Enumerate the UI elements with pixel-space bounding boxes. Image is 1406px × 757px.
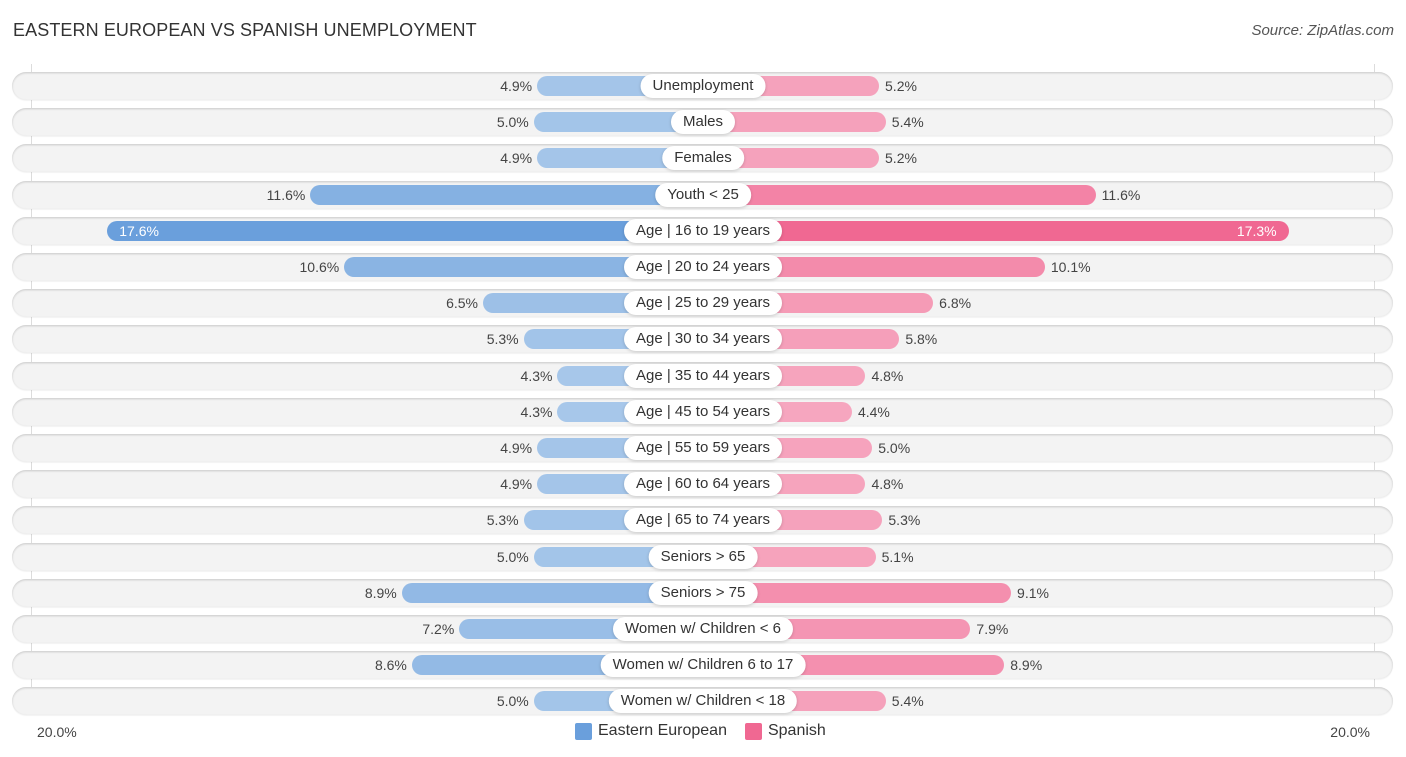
category-label: Age | 20 to 24 years [624,255,782,279]
bar-spanish [703,220,1289,241]
value-label-spanish: 17.3% [1236,222,1277,239]
category-label: Females [662,146,744,171]
category-label: Age | 45 to 54 years [624,399,782,424]
category-label: Age | 65 to 74 years [624,508,782,533]
category-label: Age | 35 to 44 years [624,363,782,388]
value-label-spanish: 8.9% [1010,657,1043,674]
value-label-eastern-european: 11.6% [266,186,306,203]
value-label-spanish: 5.4% [891,693,924,710]
category-label: Age | 30 to 34 years [624,327,782,352]
value-label-spanish: 5.2% [885,78,917,94]
legend-item-eastern-european[interactable]: Eastern European [575,722,727,740]
value-label-eastern-european: 5.3% [486,512,519,529]
legend: Eastern European Spanish [575,722,844,740]
bar-spanish [703,184,1096,205]
value-label-eastern-european: 17.6% [119,222,159,239]
value-label-eastern-european: 4.3% [520,403,553,420]
value-label-eastern-european: 5.0% [496,548,529,565]
legend-swatch-eastern-european [575,722,592,740]
legend-swatch-spanish [744,722,762,740]
value-label-spanish: 5.1% [881,548,914,565]
chart-area: 4.9% 5.2% Unemployment 5.0% 5.4% Males 4.9% 5.2… [0,0,1406,757]
value-label-spanish: 6.8% [939,295,972,312]
category-label: Women w/ Children 6 to 17 [600,653,806,678]
value-label-spanish: 7.9% [976,621,1009,637]
value-label-spanish: 5.3% [888,512,921,529]
axis-label-left: 20.0% [37,724,77,740]
category-label: Seniors > 65 [648,544,758,569]
category-label: Youth < 25 [655,182,751,207]
value-label-eastern-european: 8.6% [374,657,407,674]
category-label: Males [670,110,736,135]
bar-eastern-european [107,220,703,241]
legend-item-spanish[interactable]: Spanish [744,722,826,740]
value-label-eastern-european: 7.2% [422,621,455,637]
category-label: Age | 55 to 59 years [624,436,782,460]
value-label-spanish: 5.2% [885,150,917,167]
value-label-eastern-european: 4.9% [500,150,533,167]
axis-label-right: 20.0% [1330,724,1370,740]
legend-label-eastern-european: Eastern European [598,722,727,739]
value-label-spanish: 10.1% [1050,259,1091,275]
value-label-eastern-european: 5.0% [496,114,529,131]
legend-label-spanish: Spanish [767,722,826,739]
value-label-spanish: 5.0% [878,440,911,456]
value-label-spanish: 5.4% [891,114,924,131]
value-label-eastern-european: 4.9% [500,78,533,94]
value-label-eastern-european: 8.9% [364,584,397,601]
category-label: Age | 25 to 29 years [624,291,782,316]
category-label: Age | 16 to 19 years [624,218,782,243]
bar-eastern-european [310,184,703,205]
value-label-eastern-european: 5.3% [486,331,519,348]
value-label-eastern-european: 4.9% [500,476,533,493]
category-label: Unemployment [640,74,766,98]
value-label-spanish: 11.6% [1101,186,1141,203]
value-label-eastern-european: 5.0% [496,693,529,710]
value-label-spanish: 4.8% [871,476,904,493]
value-label-spanish: 5.8% [905,331,938,348]
value-label-spanish: 4.8% [871,367,904,384]
value-label-spanish: 4.4% [857,403,890,420]
value-label-eastern-european: 6.5% [446,295,478,312]
value-label-eastern-european: 4.9% [500,440,533,456]
category-label: Women w/ Children < 18 [608,689,798,714]
category-label: Seniors > 75 [648,580,758,605]
value-label-eastern-european: 10.6% [299,259,340,275]
value-label-spanish: 9.1% [1017,584,1049,601]
category-label: Age | 60 to 64 years [624,472,782,497]
category-label: Women w/ Children < 6 [612,617,794,641]
value-label-eastern-european: 4.3% [520,367,553,384]
